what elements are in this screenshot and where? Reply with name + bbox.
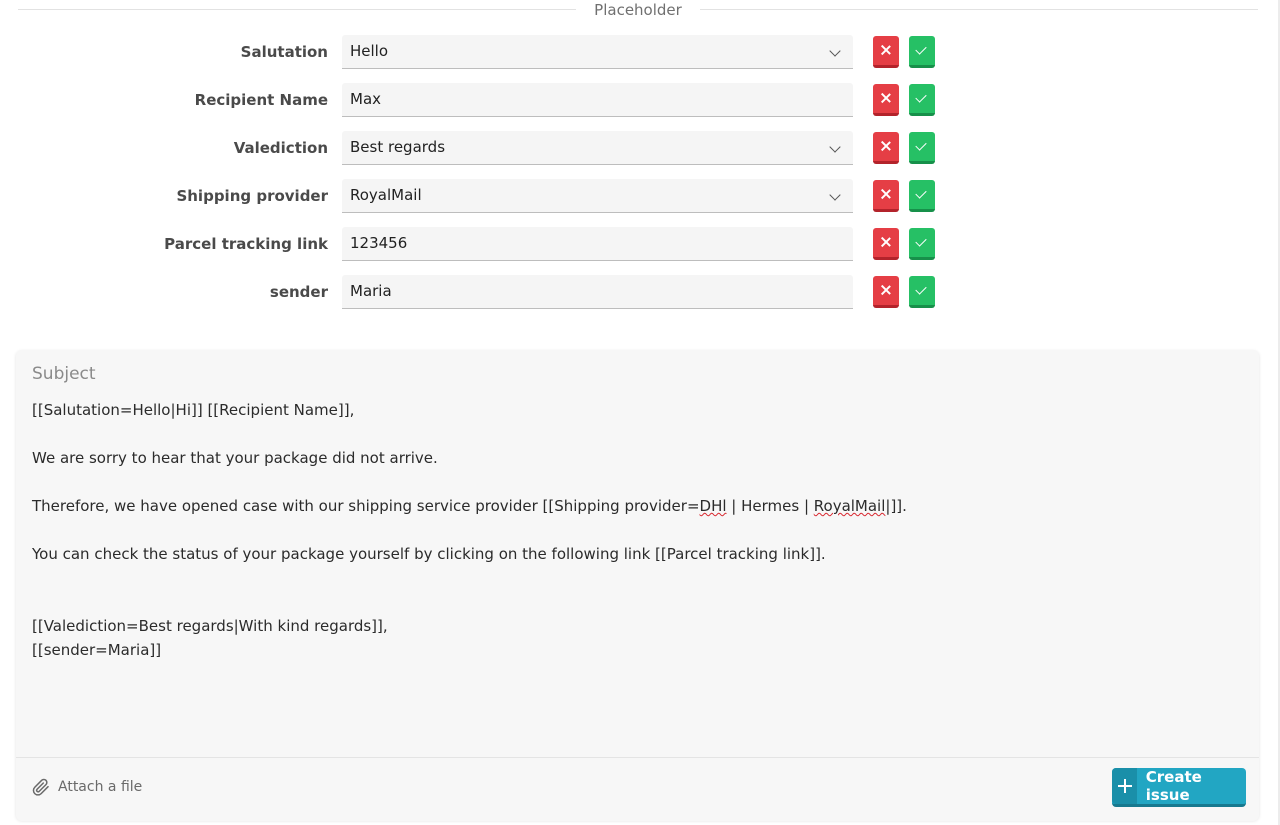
check-icon (915, 91, 927, 103)
shipping-provider-remove-button[interactable] (873, 180, 899, 212)
recipient-name-label: Recipient Name (194, 91, 328, 109)
check-icon (915, 139, 927, 151)
divider-left (18, 9, 576, 10)
subject-input[interactable]: Subject (32, 364, 96, 384)
salutation-value: Hello (350, 42, 389, 60)
divider-right (700, 9, 1258, 10)
body-line-shipping-mid: | Hermes | (726, 497, 814, 515)
parcel-tracking-link-input[interactable]: 123456 (342, 227, 853, 261)
valediction-label: Valediction (233, 139, 328, 157)
salutation-select[interactable]: Hello (342, 35, 853, 69)
check-icon (915, 43, 927, 55)
placeholder-section-title: Placeholder (594, 1, 682, 19)
parcel-tracking-link-value: 123456 (350, 234, 408, 252)
sender-label: sender (269, 283, 328, 301)
placeholder-row-shipping-provider: Shipping provider RoyalMail (0, 179, 1000, 213)
check-icon (915, 235, 927, 247)
body-line-sender: [[sender=Maria]] (32, 641, 162, 659)
body-textarea[interactable]: [[Salutation=Hello|Hi]] [[Recipient Name… (32, 398, 1232, 662)
body-blank-line (32, 518, 1232, 542)
salutation-remove-button[interactable] (873, 36, 899, 68)
body-blank-line (32, 590, 1232, 614)
body-line-shipping: Therefore, we have opened case with our … (32, 494, 1232, 518)
x-icon (880, 188, 892, 200)
sender-value: Maria (350, 282, 392, 300)
sender-remove-button[interactable] (873, 276, 899, 308)
attach-file-button[interactable]: Attach a file (32, 778, 142, 796)
body-line-tracking: You can check the status of your package… (32, 545, 826, 563)
body-blank-line (32, 470, 1232, 494)
valediction-confirm-button[interactable] (909, 132, 935, 164)
shipping-provider-select[interactable]: RoyalMail (342, 179, 853, 213)
check-icon (915, 187, 927, 199)
recipient-name-input[interactable]: Max (342, 83, 853, 117)
parcel-tracking-link-label: Parcel tracking link (164, 235, 328, 253)
placeholder-row-sender: sender Maria (0, 275, 1000, 309)
chevron-down-icon[interactable] (829, 189, 841, 201)
shipping-provider-value: RoyalMail (350, 186, 422, 204)
sender-confirm-button[interactable] (909, 276, 935, 308)
x-icon (880, 140, 892, 152)
body-line-shipping-start: Therefore, we have opened case with our … (32, 497, 700, 515)
paperclip-icon (32, 778, 49, 796)
recipient-name-remove-button[interactable] (873, 84, 899, 116)
x-icon (880, 284, 892, 296)
attach-file-label: Attach a file (58, 779, 143, 795)
sender-input[interactable]: Maria (342, 275, 853, 309)
body-line-apology: We are sorry to hear that your package d… (32, 449, 438, 467)
x-icon (880, 44, 892, 56)
body-blank-line (32, 422, 1232, 446)
placeholder-row-recipient-name: Recipient Name Max (0, 83, 1000, 117)
salutation-label: Salutation (240, 43, 328, 61)
create-issue-label: Create issue (1145, 768, 1202, 804)
issue-form-page: Placeholder Salutation Hello Recipient N… (0, 0, 1280, 825)
body-line-valediction: [[Valediction=Best regards|With kind reg… (32, 617, 388, 635)
placeholder-row-parcel-tracking-link: Parcel tracking link 123456 (0, 227, 1000, 261)
create-issue-button[interactable]: Create issue (1112, 768, 1246, 807)
issue-editor: Subject [[Salutation=Hello|Hi]] [[Recipi… (16, 350, 1259, 821)
valediction-remove-button[interactable] (873, 132, 899, 164)
valediction-value: Best regards (350, 138, 446, 156)
placeholder-row-valediction: Valediction Best regards (0, 131, 1000, 165)
shipping-provider-confirm-button[interactable] (909, 180, 935, 212)
recipient-name-value: Max (350, 90, 382, 108)
x-icon (880, 92, 892, 104)
parcel-tracking-link-confirm-button[interactable] (909, 228, 935, 260)
chevron-down-icon[interactable] (829, 141, 841, 153)
valediction-select[interactable]: Best regards (342, 131, 853, 165)
body-blank-line (32, 566, 1232, 590)
x-icon (880, 236, 892, 248)
body-line-salutation: [[Salutation=Hello|Hi]] [[Recipient Name… (32, 401, 355, 419)
placeholder-row-salutation: Salutation Hello (0, 35, 1000, 69)
body-line-shipping-end: |]]. (885, 497, 907, 515)
shipping-provider-label: Shipping provider (176, 187, 328, 205)
chevron-down-icon[interactable] (829, 45, 841, 57)
check-icon (915, 283, 927, 295)
spellcheck-word-dhl: DHl (699, 497, 727, 515)
recipient-name-confirm-button[interactable] (909, 84, 935, 116)
spellcheck-word-royalmail: RoyalMail (813, 497, 886, 515)
plus-icon (1112, 768, 1137, 804)
editor-footer: Attach a file Create issue (16, 757, 1259, 821)
salutation-confirm-button[interactable] (909, 36, 935, 68)
parcel-tracking-link-remove-button[interactable] (873, 228, 899, 260)
